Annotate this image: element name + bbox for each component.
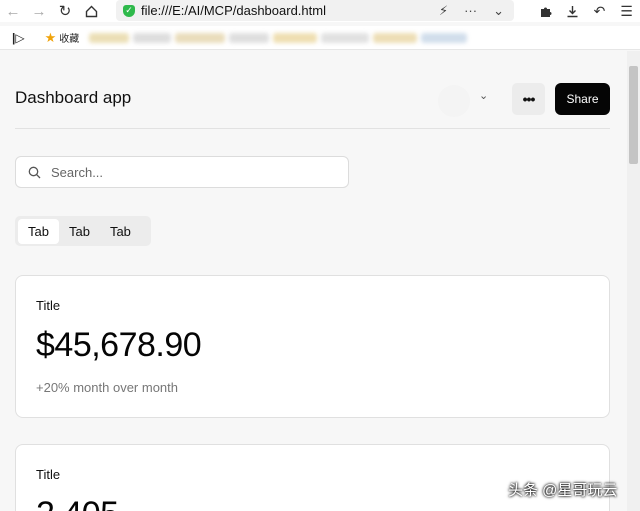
download-icon [567, 5, 578, 17]
avatar[interactable] [438, 85, 470, 117]
page-viewport: Dashboard app ⌄ ••• Share Tab Tab Tab Ti… [0, 51, 627, 511]
address-bar[interactable]: ✓ file:///E:/AI/MCP/dashboard.html ⚡︎ ··… [116, 0, 514, 21]
search-box[interactable] [15, 156, 349, 188]
reload-button[interactable]: ↻ [52, 0, 78, 22]
more-button[interactable]: ••• [512, 83, 545, 115]
arrow-left-icon: ← [5, 2, 21, 20]
sidebar-toggle-icon[interactable]: |▷ [12, 31, 25, 45]
search-input[interactable] [51, 164, 331, 180]
card-title: Title [36, 298, 61, 313]
watermark: 头条 @星哥玩云 [508, 482, 618, 499]
ellipsis-icon[interactable]: ··· [464, 3, 477, 18]
browser-toolbar: ← → ↻ ✓ file:///E:/AI/MCP/dashboard.html… [0, 0, 640, 22]
extensions-button[interactable] [532, 0, 559, 22]
hamburger-icon: ☰ [620, 2, 633, 19]
lightning-icon[interactable]: ⚡︎ [439, 3, 448, 19]
chevron-down-icon[interactable]: ⌄ [493, 3, 504, 19]
card-value: 2,405 [36, 495, 119, 511]
arrow-right-icon: → [31, 2, 47, 20]
page-title: Dashboard app [15, 88, 132, 107]
shield-icon: ✓ [123, 4, 135, 17]
forward-button[interactable]: → [26, 0, 52, 22]
puzzle-icon [541, 7, 552, 17]
share-button[interactable]: Share [555, 83, 610, 115]
back-button[interactable]: ← [0, 0, 26, 22]
tab-1[interactable]: Tab [18, 218, 59, 244]
bookmarks-label[interactable]: 收藏 [59, 30, 79, 45]
home-icon [85, 5, 97, 17]
undo-icon: ↶ [593, 2, 606, 19]
bookmarks-bar: |▷ ★ 收藏 [0, 26, 640, 50]
undo-button[interactable]: ↶ [586, 0, 613, 22]
url-text: file:///E:/AI/MCP/dashboard.html [141, 3, 326, 18]
star-icon: ★ [44, 29, 57, 45]
chevron-down-icon[interactable]: ⌄ [479, 89, 488, 102]
tab-2[interactable]: Tab [59, 219, 100, 244]
tab-list: Tab Tab Tab [15, 216, 151, 246]
card-value: $45,678.90 [36, 326, 202, 364]
search-icon [28, 166, 41, 178]
stat-card: Title 2,405 [15, 444, 610, 511]
menu-button[interactable]: ☰ [613, 0, 640, 22]
scrollbar[interactable] [627, 51, 640, 511]
tab-3[interactable]: Tab [100, 219, 141, 244]
stat-card: Title $45,678.90 +20% month over month [15, 275, 610, 418]
scroll-thumb[interactable] [629, 66, 638, 164]
home-button[interactable] [78, 0, 104, 22]
download-button[interactable] [559, 0, 586, 22]
card-subtitle: +20% month over month [36, 380, 178, 395]
blurred-bookmarks [89, 32, 468, 43]
header-divider [15, 128, 610, 129]
reload-icon: ↻ [58, 3, 72, 20]
card-title: Title [36, 467, 61, 482]
